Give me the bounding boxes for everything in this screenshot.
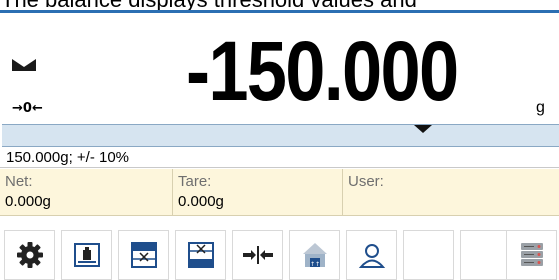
tare-label: Tare: xyxy=(178,173,212,190)
bargraph-marker-icon xyxy=(414,125,432,133)
stability-indicator-icon xyxy=(12,59,36,71)
net-value: 0.000g xyxy=(5,193,51,210)
net-label: Net: xyxy=(5,173,33,190)
user-field: User: xyxy=(342,169,559,215)
target-value-icon xyxy=(242,246,273,264)
empty-button-2[interactable] xyxy=(460,230,511,280)
tare-value: 0.000g xyxy=(178,193,224,210)
mass-profile-button[interactable]: ↑↑ xyxy=(289,230,340,280)
lower-threshold-button[interactable] xyxy=(118,230,169,280)
tare-weight-icon xyxy=(73,243,100,267)
threshold-info: 150.000g; +/- 10% xyxy=(0,148,559,168)
mass-profile-icon: ↑↑ xyxy=(302,243,327,268)
tare-button[interactable] xyxy=(61,230,112,280)
lower-threshold-icon xyxy=(130,242,157,268)
bargraph xyxy=(2,124,559,147)
upper-threshold-button[interactable] xyxy=(175,230,226,280)
info-panel: Net: 0.000g Tare: 0.000g User: xyxy=(0,169,559,216)
weight-unit[interactable]: g xyxy=(536,99,545,117)
weight-value: -150.000 xyxy=(186,24,459,118)
database-icon xyxy=(520,243,543,266)
toolbar: ↑↑ xyxy=(0,230,559,280)
database-button[interactable] xyxy=(506,230,557,280)
zero-indicator-icon: →0← xyxy=(12,101,43,116)
target-value-button[interactable] xyxy=(232,230,283,280)
user-label: User: xyxy=(348,173,384,190)
user-icon xyxy=(358,244,385,268)
svg-text:↑↑: ↑↑ xyxy=(309,261,319,268)
tare-field: Tare: 0.000g xyxy=(172,169,342,215)
empty-button-1[interactable] xyxy=(403,230,454,280)
gear-icon xyxy=(16,242,43,268)
user-button[interactable] xyxy=(346,230,397,280)
net-field: Net: 0.000g xyxy=(0,169,172,215)
balance-screen: →0← -150.000 g 150.000g; +/- 10% Net: 0.… xyxy=(0,10,559,280)
settings-button[interactable] xyxy=(4,230,55,280)
upper-threshold-icon xyxy=(187,242,214,268)
weighing-display: →0← -150.000 g xyxy=(0,13,559,125)
